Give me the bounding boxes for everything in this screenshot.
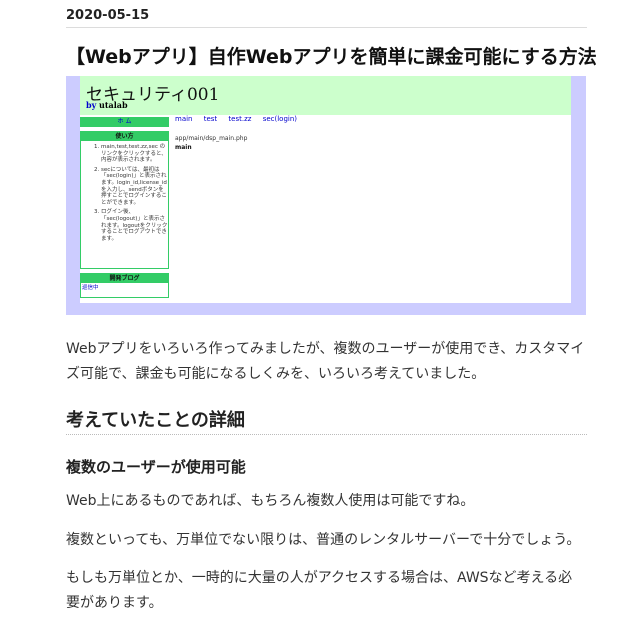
subsection-heading: 複数のユーザーが使用可能 [66,458,246,476]
screenshot-menu: main test test.zz sec(login) [175,115,306,123]
screenshot-byline: by utalab [86,100,128,110]
screenshot-blog-header: 開発ブログ [81,274,168,283]
app-screenshot: セキュリティ001 by utalab ホ ム 使い方 main,test,te… [66,76,586,315]
screenshot-body: ホ ム 使い方 main,test,test.zz,sec のリンクをクリックす… [80,115,571,303]
paragraph-3: もしも万単位とか、一時的に大量の人がアクセスする場合は、AWSなど考える必要があ… [66,570,573,611]
section-divider [66,434,587,435]
screenshot-blog-box: 開発ブログ 巡信中 [80,273,169,298]
screenshot-menu-testzz: test.zz [228,115,252,123]
screenshot-menu-test: test [203,115,218,123]
screenshot-usage-item: ログイン後、「sec(logout)」と表示されます。logoutをクリックする… [101,209,168,242]
screenshot-menu-sec: sec(login) [262,115,298,123]
date-divider [66,27,587,28]
screenshot-usage-header: 使い方 [81,132,168,141]
paragraph-1: Web上にあるものであれば、もちろん複数人使用は可能ですね。 [66,493,475,509]
screenshot-main-label: main [175,144,192,151]
screenshot-blog-link: 巡信中 [82,285,99,291]
post-title: 【Webアプリ】自作Webアプリを簡単に課金可能にする方法 [66,46,597,68]
screenshot-author: utalab [99,100,128,110]
screenshot-menu-main: main [175,115,193,123]
post-date: 2020-05-15 [66,8,150,23]
intro-paragraph: Webアプリをいろいろ作ってみましたが、複数のユーザーが使用でき、カスタマイズ可… [66,341,585,382]
screenshot-usage-list: main,test,test.zz,sec のリンクをクリックすると、内容が表示… [81,144,168,242]
screenshot-home-link: ホ ム [80,117,169,127]
screenshot-header: セキュリティ001 by utalab [80,76,571,115]
screenshot-usage-item: main,test,test.zz,sec のリンクをクリックすると、内容が表示… [101,144,168,164]
section-heading: 考えていたことの詳細 [66,410,245,431]
screenshot-by-label: by [86,100,97,110]
screenshot-usage-box: 使い方 main,test,test.zz,sec のリンクをクリックすると、内… [80,131,169,269]
paragraph-2: 複数といっても、万単位でない限りは、普通のレンタルサーバーで十分でしょう。 [66,532,581,548]
screenshot-path: app/main/dsp_main.php [175,135,248,142]
screenshot-usage-item: secについては、最初は「sec(login)」と表示されます。login_id… [101,167,168,207]
